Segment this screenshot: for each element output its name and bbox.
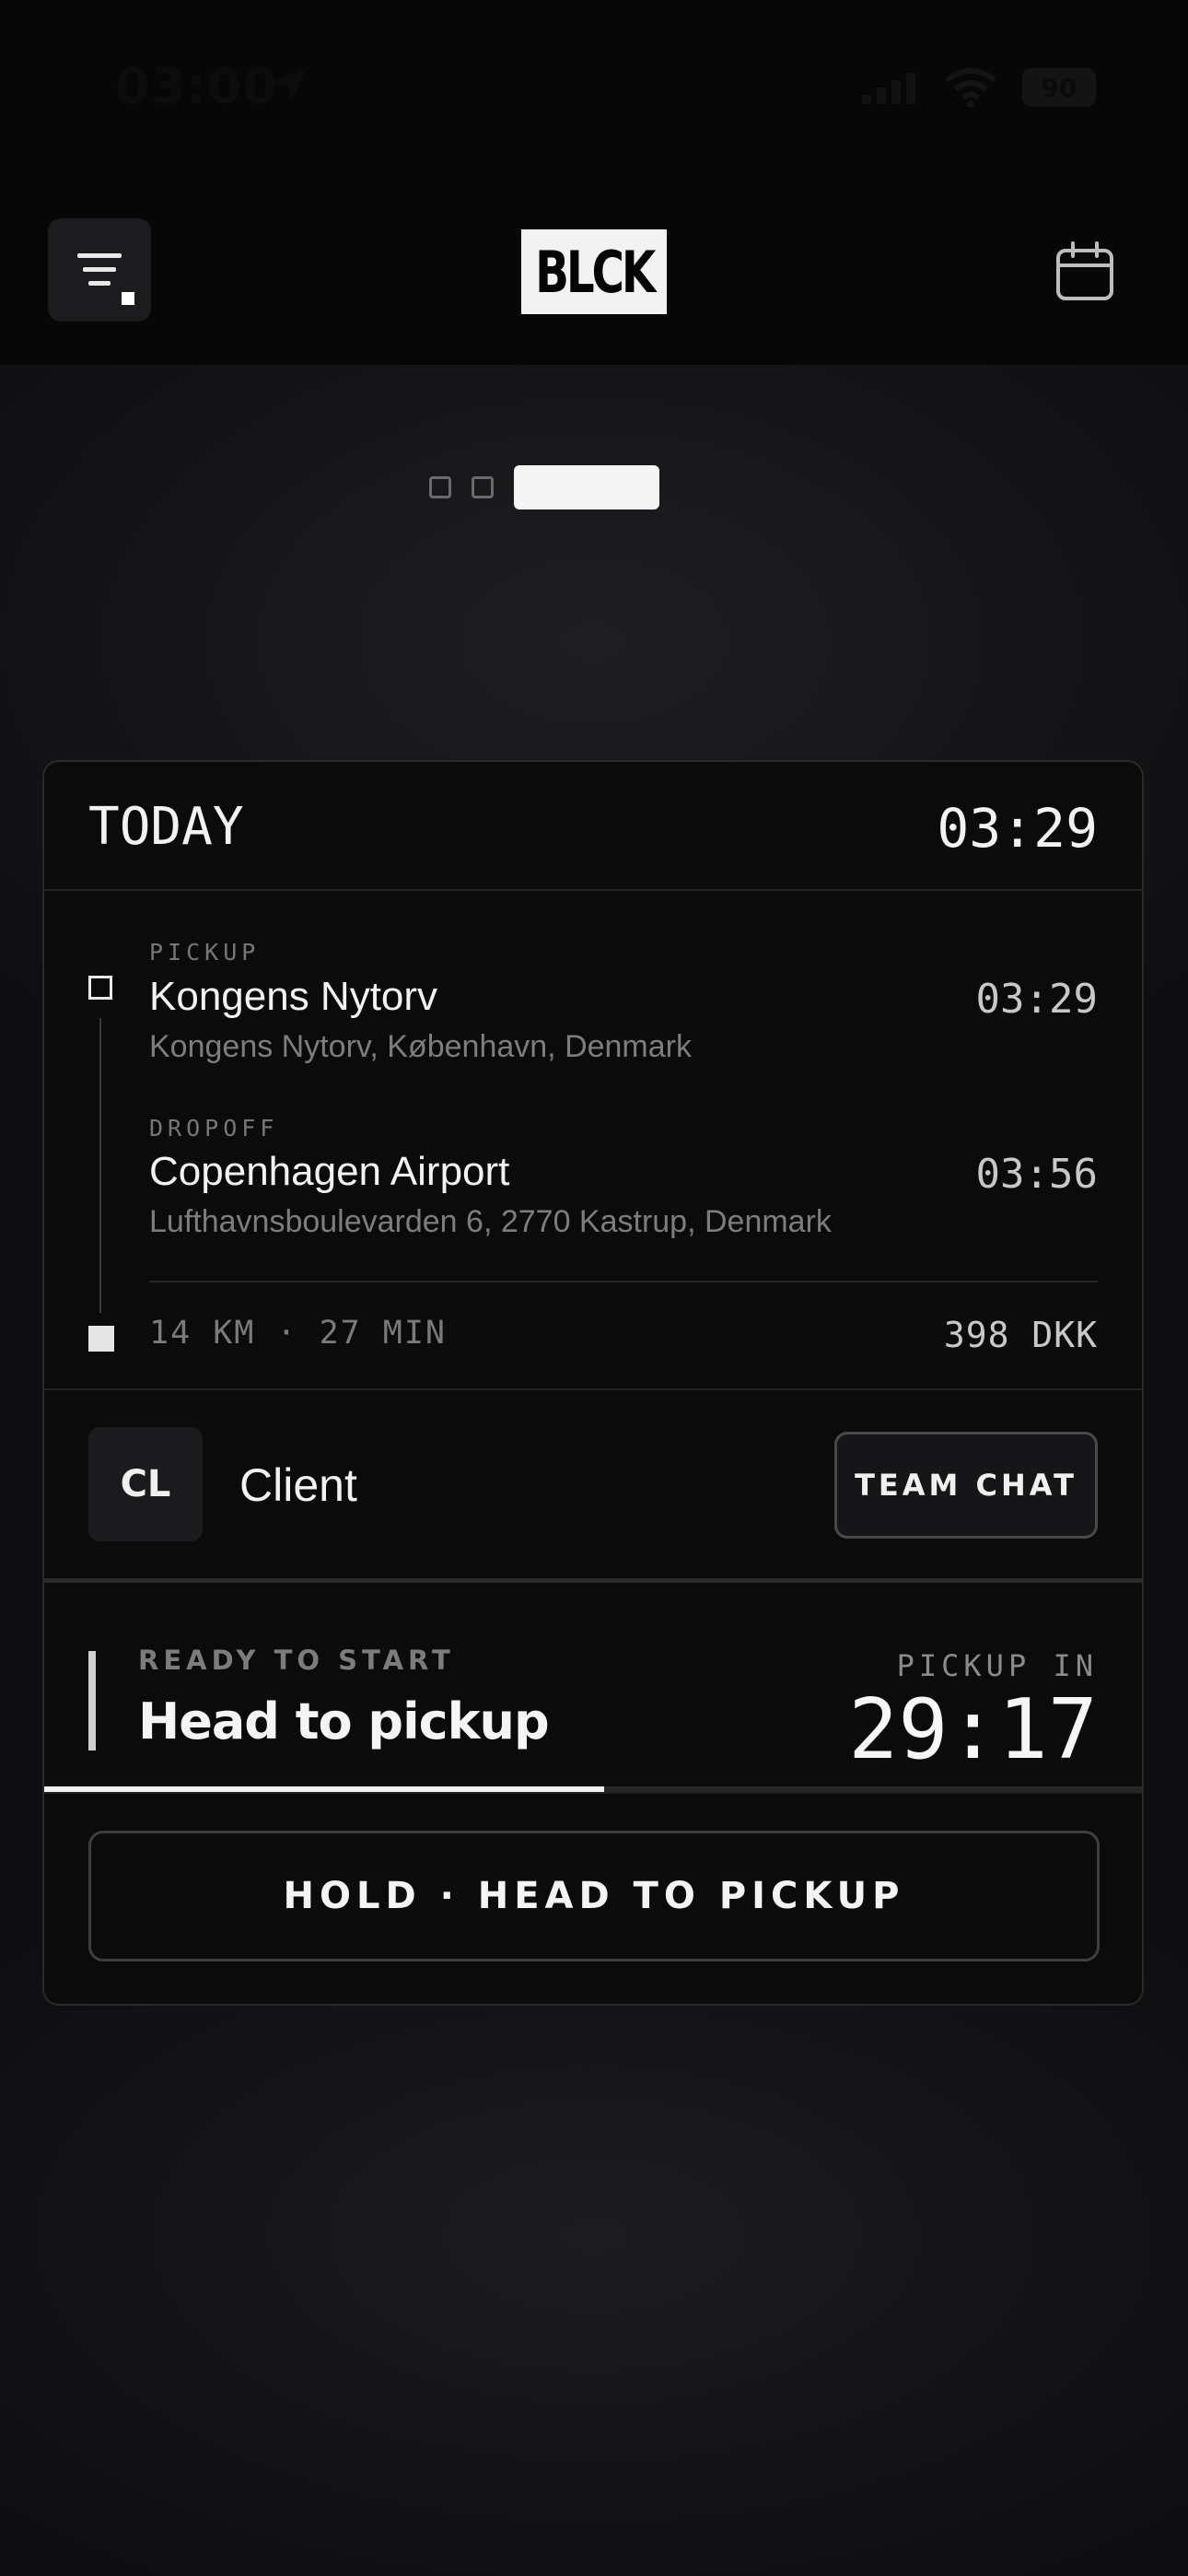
dropoff-marker-icon [88,1326,114,1352]
trip-distance-duration: 14 KM · 27 MIN [149,1315,448,1352]
client-name: Client [239,1459,357,1511]
notification-dot [122,292,134,305]
brand-logo: BLCK [521,229,667,314]
status-bar: 03:00 90 [0,0,1188,175]
pickup-address: Kongens Nytorv, København, Denmark [149,1029,692,1064]
page-indicator [429,463,659,511]
trip-card: TODAY 03:29 PICKUP Kongens Nytorv 03:29 … [42,760,1144,2006]
location-arrow-icon [273,66,308,101]
dropoff-label: DROPOFF [149,1115,279,1142]
trip-status: READY TO START Head to pickup PICKUP IN … [44,1582,1142,1794]
route-line [99,1018,101,1313]
page-dot-2[interactable] [472,476,494,498]
action-section: HOLD · HEAD TO PICKUP [44,1792,1142,2004]
filter-menu-icon [77,253,122,286]
dropoff-time: 03:56 [975,1151,1098,1198]
status-label: READY TO START [138,1645,455,1676]
status-title: Head to pickup [138,1692,550,1751]
dropoff-address: Lufthavnsboulevarden 6, 2770 Kastrup, De… [149,1204,832,1239]
trip-start-time: 03:29 [937,797,1098,860]
dropoff-place: Copenhagen Airport [149,1149,510,1194]
calendar-icon[interactable] [1053,240,1117,304]
page-dot-active[interactable] [514,465,659,509]
pickup-place: Kongens Nytorv [149,974,438,1019]
trip-price: 398 DKK [943,1315,1098,1355]
status-indicators: 90 [860,64,1096,111]
menu-button[interactable] [48,218,151,322]
pickup-marker-icon [88,976,112,1000]
battery-level: 90 [1041,72,1077,103]
pickup-countdown: 29:17 [848,1681,1098,1778]
cellular-signal-icon [862,73,915,104]
team-chat-button[interactable]: TEAM CHAT [834,1432,1098,1539]
pickup-time: 03:29 [975,976,1098,1023]
route-divider [149,1281,1098,1282]
trip-header: TODAY 03:29 [44,762,1142,891]
countdown-label: PICKUP IN [896,1648,1098,1683]
page-dot-1[interactable] [429,476,451,498]
route-section: PICKUP Kongens Nytorv 03:29 Kongens Nyto… [44,891,1142,1390]
wifi-icon [945,68,996,108]
client-row: CL Client TEAM CHAT [44,1390,1142,1583]
battery-icon: 90 [1022,68,1096,107]
status-time: 03:00 [115,57,278,115]
trip-day: TODAY [88,797,244,857]
client-avatar: CL [88,1427,203,1541]
hold-head-to-pickup-button[interactable]: HOLD · HEAD TO PICKUP [88,1831,1100,1961]
status-accent-bar [88,1651,96,1751]
app-bar: BLCK [0,175,1188,365]
pickup-label: PICKUP [149,939,261,966]
